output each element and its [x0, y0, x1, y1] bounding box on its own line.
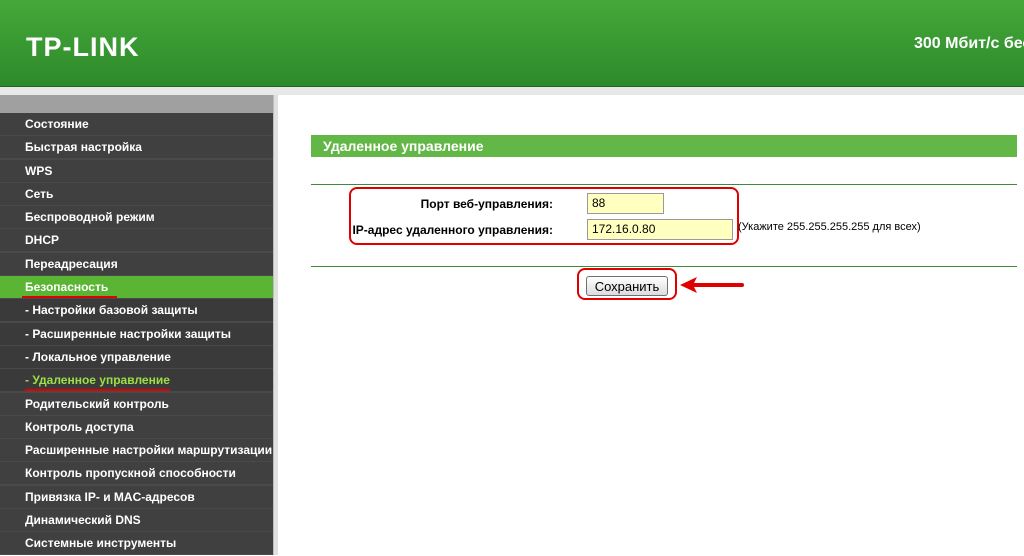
bottom-divider — [311, 266, 1017, 267]
sidebar-item-11[interactable]: - Удаленное управление — [0, 369, 273, 392]
sidebar-item-13[interactable]: Контроль доступа — [0, 415, 273, 438]
save-button[interactable]: Сохранить — [586, 276, 668, 296]
port-input[interactable]: 88 — [587, 193, 664, 214]
sidebar-item-6[interactable]: Переадресация — [0, 252, 273, 275]
sidebar-item-12[interactable]: Родительский контроль — [0, 392, 273, 415]
red-arrow-icon — [680, 277, 744, 293]
tp-link-logo: TP-LINK — [26, 32, 140, 62]
sidebar-item-2[interactable]: WPS — [0, 159, 273, 182]
top-divider — [311, 184, 1017, 185]
model-name: 300 Мбит/с бес — [914, 35, 1024, 52]
sidebar-item-5[interactable]: DHCP — [0, 229, 273, 252]
sidebar-item-1[interactable]: Быстрая настройка — [0, 136, 273, 159]
sidebar-item-10[interactable]: - Локальное управление — [0, 345, 273, 368]
sidebar-item-16[interactable]: Привязка IP- и MAC-адресов — [0, 485, 273, 508]
annotation-underline — [25, 389, 170, 392]
ip-label: IP-адрес удаленного управления: — [352, 223, 553, 237]
sidebar-item-18[interactable]: Системные инструменты — [0, 532, 273, 555]
sidebar-menu: Состояние Быстрая настройка WPS Сеть Беспров… — [0, 113, 273, 556]
sidebar-item-14[interactable]: Расширенные настройки маршрутизации — [0, 439, 273, 462]
port-label: Порт веб-управления: — [420, 197, 553, 211]
header-divider — [0, 87, 1024, 95]
sidebar-item-3[interactable]: Сеть — [0, 182, 273, 205]
page-title: Удаленное управление — [311, 135, 1017, 157]
ip-hint: (Укажите 255.255.255.255 для всех) — [738, 221, 921, 233]
annotation-underline — [22, 296, 117, 299]
sidebar-item-8[interactable]: - Настройки базовой защиты — [0, 299, 273, 322]
header-banner: TP-LINK 300 Мбит/с бес — [0, 0, 1024, 87]
sidebar-item-4[interactable]: Беспроводной режим — [0, 206, 273, 229]
sidebar: Состояние Быстрая настройка WPS Сеть Беспров… — [0, 95, 273, 555]
sidebar-item-7[interactable]: Безопасность — [0, 276, 273, 299]
sidebar-item-15[interactable]: Контроль пропускной способности — [0, 462, 273, 485]
page-edge — [1018, 95, 1024, 555]
ip-input[interactable]: 172.16.0.80 — [587, 219, 733, 240]
sidebar-top-bar — [0, 95, 273, 113]
sidebar-item-9[interactable]: - Расширенные настройки защиты — [0, 322, 273, 345]
sidebar-scrollbar[interactable] — [273, 95, 278, 555]
sidebar-item-17[interactable]: Динамический DNS — [0, 509, 273, 532]
sidebar-item-0[interactable]: Состояние — [0, 113, 273, 135]
